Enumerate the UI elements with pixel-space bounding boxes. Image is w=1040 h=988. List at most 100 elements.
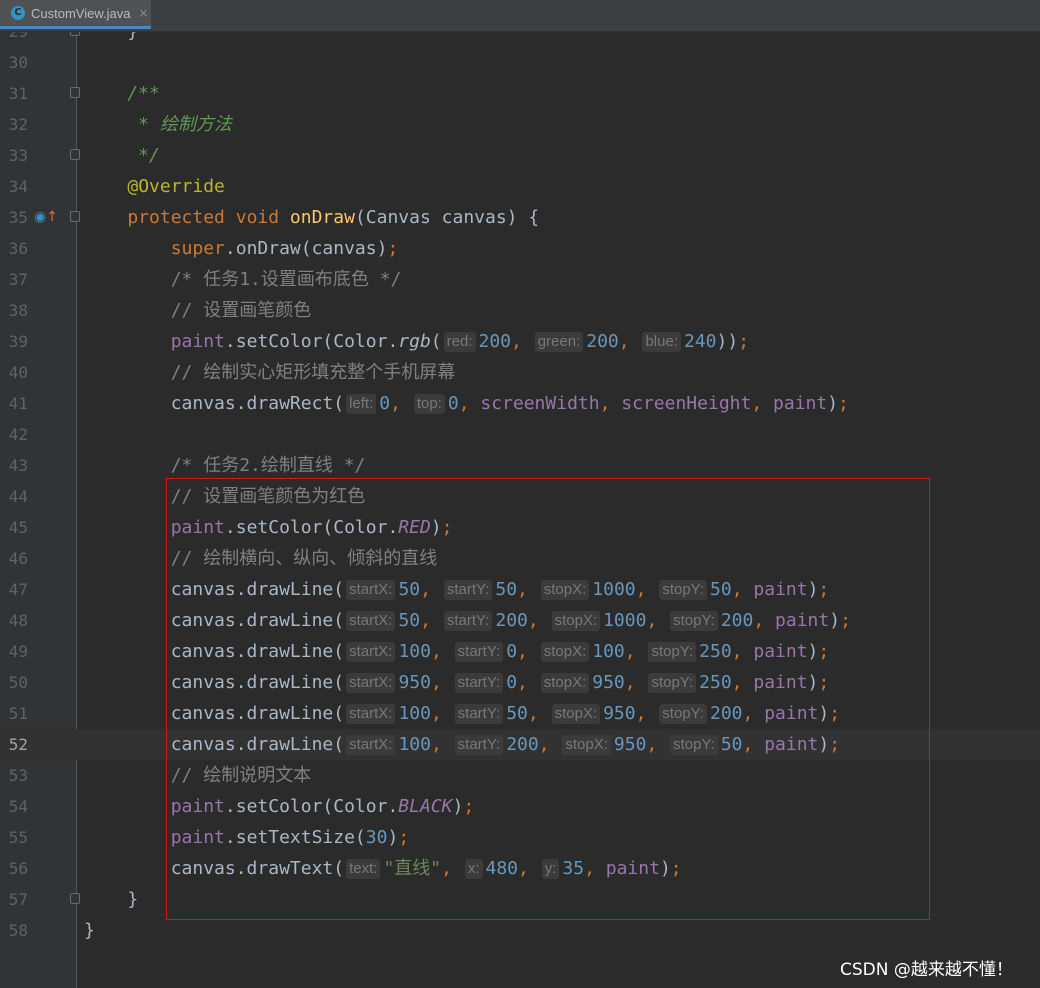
code-token: ; — [840, 610, 851, 631]
code-line[interactable]: 58} — [0, 915, 1040, 946]
code-line[interactable]: 55 paint.setTextSize(30); — [0, 822, 1040, 853]
fold-icon[interactable] — [70, 87, 80, 98]
code-token: ) — [807, 579, 819, 600]
code-line[interactable]: 48 canvas.drawLine(startX: 50, startY: 200… — [0, 605, 1040, 636]
code-token: canvas.drawLine( — [84, 703, 345, 724]
line-number: 37 — [8, 270, 28, 289]
watermark: CSDN @越来越不懂！ — [840, 960, 1013, 980]
code-line[interactable]: 33 */ — [0, 140, 1040, 171]
code-token: rgb — [398, 331, 431, 352]
code-line[interactable]: 35 ◉↑ protected void onDraw(Canvas canvas… — [0, 202, 1040, 233]
code-line[interactable]: 37 /* 任务1.设置画布底色 */ — [0, 264, 1040, 295]
code-line[interactable]: 42 — [0, 419, 1040, 450]
code-text: // 设置画笔颜色为红色 — [84, 481, 366, 512]
code-line[interactable]: 31 /** — [0, 78, 1040, 109]
code-token: 50 — [506, 703, 528, 724]
parameter-hint: stopY: — [670, 735, 718, 755]
code-text: } — [84, 884, 138, 915]
code-token: , — [511, 331, 533, 352]
code-token: // 绘制说明文本 — [84, 765, 312, 786]
code-line[interactable]: 39 paint.setColor(Color.rgb(red: 200, gre… — [0, 326, 1040, 357]
code-token: , — [635, 703, 658, 724]
code-text: canvas.drawLine(startX: 100, startY: 0, st… — [84, 636, 829, 667]
code-token: 50 — [720, 734, 743, 755]
parameter-hint: startX: — [346, 642, 396, 662]
code-line[interactable]: 38 // 设置画笔颜色 — [0, 295, 1040, 326]
code-token: , — [517, 641, 539, 662]
code-token: , — [420, 610, 442, 631]
code-line[interactable]: 51 canvas.drawLine(startX: 100, startY: 50… — [0, 698, 1040, 729]
code-token: 0 — [506, 672, 518, 693]
fold-icon[interactable] — [70, 211, 80, 222]
code-line[interactable]: 50 canvas.drawLine(startX: 950, startY: 0,… — [0, 667, 1040, 698]
tab-customview-java[interactable]: C CustomView.java × — [0, 0, 151, 29]
code-editor[interactable]: 28 screenHeight = ((Activity) context).g… — [0, 0, 1040, 988]
code-text: canvas.drawText(text: "直线", x: 480, y: 35, … — [84, 853, 682, 884]
code-token: 50 — [495, 579, 518, 600]
code-token: 240 — [683, 331, 717, 352]
code-line[interactable]: 46 // 绘制横向、纵向、倾斜的直线 — [0, 543, 1040, 574]
code-token: super — [170, 238, 225, 259]
code-line[interactable]: 49 canvas.drawLine(startX: 100, startY: 0,… — [0, 636, 1040, 667]
code-token: ; — [818, 579, 830, 600]
code-text: paint.setColor(Color.RED); — [84, 512, 453, 543]
code-line[interactable]: 45 paint.setColor(Color.RED); — [0, 512, 1040, 543]
parameter-hint: top: — [413, 394, 445, 414]
code-line[interactable]: 32 * 绘制方法 — [0, 109, 1040, 140]
code-token: 0 — [447, 393, 459, 414]
code-text: @Override — [84, 171, 225, 202]
code-token: 200 — [720, 610, 754, 631]
code-token: 200 — [586, 331, 619, 352]
code-line[interactable]: 43 /* 任务2.绘制直线 */ — [0, 450, 1040, 481]
code-token: , — [618, 331, 641, 352]
parameter-hint: startX: — [346, 735, 396, 755]
code-token: .setTextSize( — [224, 827, 366, 848]
code-line[interactable]: 36 super.onDraw(canvas); — [0, 233, 1040, 264]
code-line[interactable]: 40 // 绘制实心矩形填充整个手机屏幕 — [0, 357, 1040, 388]
fold-icon[interactable] — [70, 149, 80, 160]
code-token: paint — [170, 827, 225, 848]
code-line[interactable]: 41 canvas.drawRect(left: 0, top: 0, screen… — [0, 388, 1040, 419]
code-token: 200 — [478, 331, 512, 352]
code-token: 100 — [398, 734, 431, 755]
code-token: @Override — [127, 176, 225, 197]
code-line[interactable]: 44 // 设置画笔颜色为红色 — [0, 481, 1040, 512]
code-token: canvas.drawRect( — [84, 393, 345, 414]
code-token: 1000 — [592, 579, 636, 600]
code-token: BLACK — [398, 796, 453, 817]
code-token: paint — [775, 610, 830, 631]
code-token: canvas.drawLine( — [84, 672, 345, 693]
code-token: canvas.drawLine( — [84, 610, 345, 631]
code-line[interactable]: 52 canvas.drawLine(startX: 100, startY: 20… — [0, 729, 1040, 760]
line-number: 35 — [8, 208, 28, 227]
code-line[interactable]: 54 paint.setColor(Color.BLACK); — [0, 791, 1040, 822]
code-token: ) — [827, 393, 839, 414]
code-token: paint — [753, 579, 808, 600]
line-number: 43 — [8, 456, 28, 475]
code-token: 250 — [699, 641, 732, 662]
code-line[interactable]: 56 canvas.drawText(text: "直线", x: 480, y: 3… — [0, 853, 1040, 884]
code-text: // 设置画笔颜色 — [84, 295, 312, 326]
code-line[interactable]: 47 canvas.drawLine(startX: 50, startY: 50,… — [0, 574, 1040, 605]
code-token: paint — [170, 517, 225, 538]
parameter-hint: stopX: — [540, 642, 590, 662]
parameter-hint: startX: — [346, 580, 396, 600]
code-token: ; — [441, 517, 453, 538]
code-line[interactable]: 34 @Override — [0, 171, 1040, 202]
code-text: canvas.drawLine(startX: 950, startY: 0, st… — [84, 667, 829, 698]
code-token: 480 — [485, 858, 519, 879]
line-number: 30 — [8, 53, 28, 72]
code-token: ) — [818, 703, 830, 724]
parameter-hint: startY: — [454, 704, 504, 724]
code-token: /** — [84, 83, 160, 104]
code-line[interactable]: 30 — [0, 47, 1040, 78]
override-method-icon[interactable]: ◉↑ — [34, 202, 58, 233]
code-line[interactable]: 53 // 绘制说明文本 — [0, 760, 1040, 791]
close-icon[interactable]: × — [138, 6, 148, 20]
code-token: .setColor(Color. — [224, 796, 399, 817]
fold-icon[interactable] — [70, 893, 80, 904]
code-token: protected void — [127, 207, 290, 228]
code-token: , — [430, 703, 453, 724]
parameter-hint: stopY: — [648, 673, 697, 693]
code-line[interactable]: 57 } — [0, 884, 1040, 915]
